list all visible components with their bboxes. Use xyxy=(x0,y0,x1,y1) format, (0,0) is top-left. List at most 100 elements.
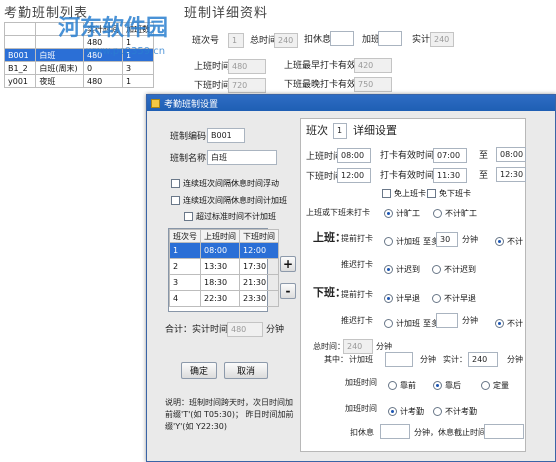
grid-row[interactable]: 4 22:30 23:30 xyxy=(169,290,279,307)
checkbox-icon xyxy=(171,196,180,205)
bg-deduct-label: 扣休息 xyxy=(304,35,332,45)
check-calc-ot-label: 连续班次间隔休息时间计加班 xyxy=(183,196,287,205)
on-valid-label: 打卡有效时间 xyxy=(380,151,435,161)
off-valid-to-input[interactable]: 12:30 xyxy=(496,167,526,182)
radio-icon xyxy=(495,237,504,246)
free-on-check[interactable]: 免上班卡 xyxy=(382,188,426,199)
bg-deduct-field[interactable] xyxy=(330,31,354,46)
minutes-label: 分钟 xyxy=(462,316,478,325)
on-valid-from-input[interactable]: 07:00 xyxy=(433,148,467,163)
radio-calc-early[interactable]: 计早退 xyxy=(384,293,420,304)
radio-calc-late[interactable]: 计迟到 xyxy=(384,264,420,275)
bg-off-latest-field[interactable]: 750 xyxy=(354,77,392,92)
cell: 夜班 xyxy=(35,74,84,88)
radio-count-not[interactable]: 不计旷工 xyxy=(433,208,477,219)
radio-not-early[interactable]: 不计早退 xyxy=(432,293,476,304)
dialog-titlebar[interactable]: 考勤班制设置 xyxy=(147,95,555,111)
on-valid-to-input[interactable]: 08:00 xyxy=(496,147,526,162)
radio-before[interactable]: 靠前 xyxy=(388,380,416,391)
grid-cell: 1 xyxy=(169,242,201,259)
table-row[interactable]: y001 夜班 480 1 xyxy=(3,74,154,88)
off-at-most-input[interactable] xyxy=(436,313,458,328)
radio-on-calc-ot[interactable]: 计加班 至多 xyxy=(384,236,439,247)
free-off-check[interactable]: 免下班卡 xyxy=(427,188,471,199)
checkbox-icon xyxy=(427,189,436,198)
rest-unit: 分钟，休息截止时间 xyxy=(414,428,486,437)
bg-total-label: 总时间 xyxy=(250,36,278,46)
bg-total-field[interactable]: 240 xyxy=(274,33,298,48)
table-row[interactable]: B1_2 白班(周末) 0 3 xyxy=(3,61,154,75)
free-on-label: 免上班卡 xyxy=(394,189,426,198)
cancel-button[interactable]: 取消 xyxy=(224,362,268,379)
dialog-title: 考勤班制设置 xyxy=(164,99,219,110)
radio-not-late[interactable]: 不计迟到 xyxy=(432,264,476,275)
bg-shift-no-field[interactable]: 1 xyxy=(228,33,244,48)
ot-time-label: 加班时间 xyxy=(345,378,377,387)
code-label: 班制编码 xyxy=(170,132,207,142)
radio-label: 靠前 xyxy=(400,381,416,390)
off-valid-from-input[interactable]: 11:30 xyxy=(433,168,467,183)
radio-label: 不计迟到 xyxy=(444,265,476,274)
cell: 白班(周末) xyxy=(35,61,84,75)
actual-label: 实计： xyxy=(443,355,467,364)
delay-on-label: 推迟打卡 xyxy=(341,260,373,269)
total-time-field[interactable]: 240 xyxy=(343,339,373,354)
shift-grid[interactable]: 班次号 上班时间 下班时间 1 08:00 12:00 2 13:30 17:3… xyxy=(168,228,279,312)
name-input[interactable]: 白班 xyxy=(207,150,277,165)
add-shift-button[interactable]: + xyxy=(280,256,296,272)
radio-label: 计早退 xyxy=(396,294,420,303)
grid-header-cell: 班次号 xyxy=(169,229,201,243)
radio-icon xyxy=(432,265,441,274)
off-time-input[interactable]: 12:00 xyxy=(337,168,371,183)
shift-number-field[interactable]: 1 xyxy=(333,123,347,139)
bg-overtime-field[interactable] xyxy=(378,31,402,46)
total-unit: 分钟 xyxy=(266,325,285,335)
radio-label: 计旷工 xyxy=(396,209,420,218)
code-input[interactable]: B001 xyxy=(207,128,245,143)
check-float-label: 连续班次间隔休息时间浮动 xyxy=(183,179,279,188)
radio-on-not[interactable]: 不计 xyxy=(495,236,523,247)
radio-label: 不计 xyxy=(507,237,523,246)
grid-row[interactable]: 3 18:30 21:30 xyxy=(169,274,279,291)
radio-icon xyxy=(384,319,393,328)
radio-not-attend[interactable]: 不计考勤 xyxy=(433,406,477,417)
radio-icon xyxy=(433,209,442,218)
cell: 3 xyxy=(122,61,154,75)
rest-end-field[interactable] xyxy=(484,424,524,439)
radio-after[interactable]: 靠后 xyxy=(433,380,461,391)
on-time-input[interactable]: 08:00 xyxy=(337,148,371,163)
grid-row[interactable]: 2 13:30 17:30 xyxy=(169,258,279,275)
check-float[interactable]: 连续班次间隔休息时间浮动 xyxy=(171,178,279,189)
bg-actual-field[interactable]: 240 xyxy=(430,32,454,47)
cell: 白班 xyxy=(35,48,84,62)
detail-label: 详细设置 xyxy=(353,124,397,137)
off-valid-label: 打卡有效时间 xyxy=(380,171,435,181)
checkbox-icon xyxy=(382,189,391,198)
actual-field[interactable]: 240 xyxy=(468,352,498,367)
radio-fixed[interactable]: 定量 xyxy=(481,380,509,391)
check-calc-ot[interactable]: 连续班次间隔休息时间计加班 xyxy=(171,195,287,206)
on-at-least-input[interactable]: 30 xyxy=(436,232,458,247)
bg-on-earliest-field[interactable]: 420 xyxy=(354,58,392,73)
radio-off-not[interactable]: 不计 xyxy=(495,318,523,329)
bg-on-time-field[interactable]: 480 xyxy=(228,59,266,74)
total-field[interactable]: 480 xyxy=(227,322,263,337)
minutes-label: 分钟 xyxy=(462,235,478,244)
grid-row[interactable]: 1 08:00 12:00 xyxy=(169,242,279,259)
bg-off-time-field[interactable]: 720 xyxy=(228,78,266,93)
radio-off-calc-ot[interactable]: 计加班 至多 xyxy=(384,318,439,329)
ok-button[interactable]: 确定 xyxy=(181,362,217,379)
detail-title: 班制详细资料 xyxy=(184,6,269,21)
check-over-std[interactable]: 超过标准时间不计加班 xyxy=(184,211,276,222)
cell: B1_2 xyxy=(3,61,37,75)
bg-actual-label: 实计 xyxy=(412,35,431,45)
radio-icon xyxy=(384,265,393,274)
rest-field[interactable] xyxy=(380,424,410,439)
in-label: 其中： xyxy=(324,355,348,364)
remove-shift-button[interactable]: - xyxy=(280,283,296,299)
ot-minutes-field[interactable] xyxy=(385,352,413,367)
radio-count-absent[interactable]: 计旷工 xyxy=(384,208,420,219)
radio-label: 不计早退 xyxy=(444,294,476,303)
radio-calc-attend[interactable]: 计考勤 xyxy=(388,406,424,417)
radio-label: 计考勤 xyxy=(400,407,424,416)
